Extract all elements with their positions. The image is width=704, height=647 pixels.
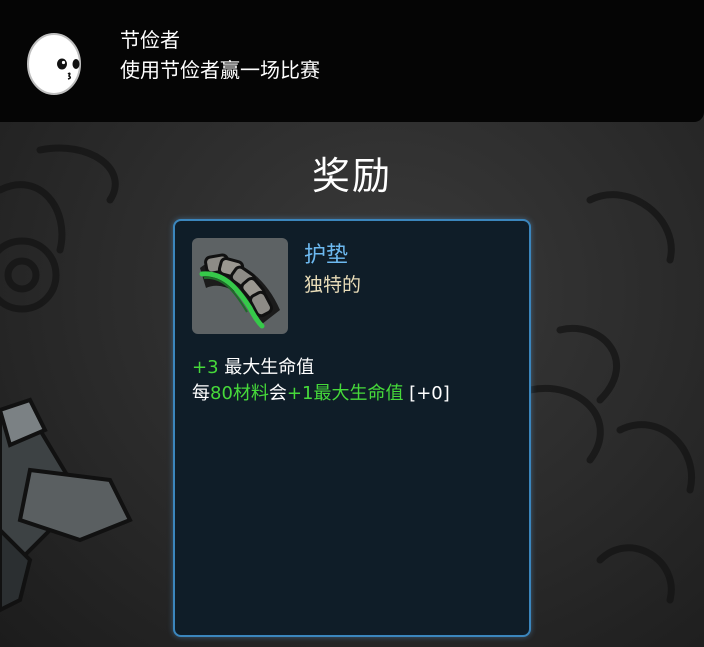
item-name: 护垫 xyxy=(304,243,349,268)
item-icon-tile xyxy=(192,238,288,334)
item-rarity: 独特的 xyxy=(304,274,362,296)
stat-current: [+0] xyxy=(403,383,450,404)
stat-line-max-hp: +3 最大生命值 xyxy=(192,353,314,379)
stat-text: 最大生命值 xyxy=(218,357,315,378)
stat-mid: 会 xyxy=(268,383,287,404)
achievement-description: 使用节俭者赢一场比赛 xyxy=(120,58,320,82)
stat-amount: 80材料 xyxy=(210,383,269,404)
stat-value: +3 xyxy=(192,357,219,378)
achievement-banner: 节俭者 使用节俭者赢一场比赛 xyxy=(0,0,704,122)
stat-prefix: 每 xyxy=(192,383,210,404)
egg-face-icon xyxy=(27,33,81,95)
padding-item-icon xyxy=(199,253,280,329)
reward-item-card[interactable]: 护垫 独特的 +3 最大生命值 每80材料会+1最大生命值 [+0] xyxy=(173,219,531,637)
achievement-title: 节俭者 xyxy=(120,28,180,52)
stat-line-scaling: 每80材料会+1最大生命值 [+0] xyxy=(192,379,450,405)
reward-heading: 奖励 xyxy=(311,154,392,198)
stat-bonus: +1最大生命值 xyxy=(286,383,404,404)
